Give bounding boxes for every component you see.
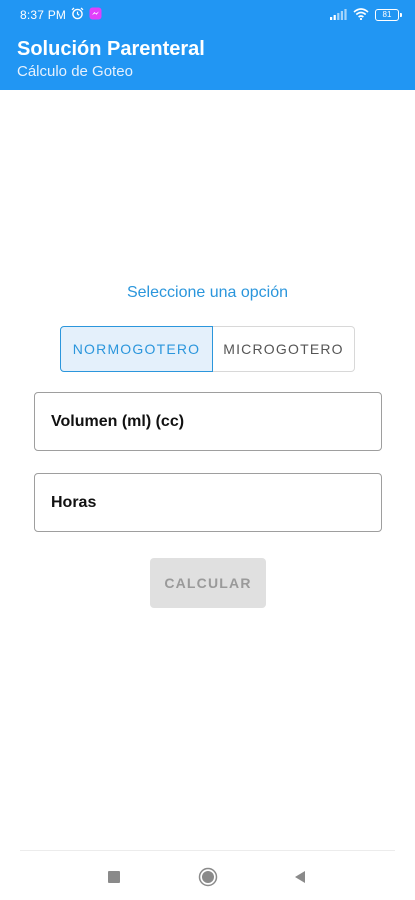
- hours-field[interactable]: [34, 473, 382, 532]
- status-bar: 8:37 PM 81: [0, 0, 415, 30]
- app-bar: Solución Parenteral Cálculo de Goteo: [0, 30, 415, 90]
- hours-input[interactable]: [51, 474, 381, 531]
- messenger-icon: [89, 7, 102, 23]
- volume-field[interactable]: [34, 392, 382, 451]
- app-subtitle: Cálculo de Goteo: [17, 63, 133, 80]
- back-icon[interactable]: [290, 867, 310, 887]
- normogotero-option[interactable]: NORMOGOTERO: [60, 326, 213, 372]
- app-title: Solución Parenteral: [17, 38, 205, 60]
- option-prompt: Seleccione una opción: [126, 284, 288, 301]
- volume-input[interactable]: [51, 393, 381, 450]
- wifi-icon: [353, 7, 369, 23]
- home-icon[interactable]: [198, 867, 218, 887]
- status-time: 8:37 PM: [20, 8, 67, 22]
- alarm-icon: [71, 7, 84, 23]
- microgotero-option[interactable]: MICROGOTERO: [213, 326, 355, 372]
- signal-icon: [329, 8, 347, 23]
- recent-apps-icon[interactable]: [104, 867, 124, 887]
- status-right: 81: [329, 7, 402, 23]
- status-left: 8:37 PM: [20, 7, 102, 23]
- battery-icon: 81: [375, 9, 402, 21]
- calculate-button[interactable]: CALCULAR: [150, 558, 266, 608]
- drip-type-toggle-group: NORMOGOTERO MICROGOTERO: [60, 326, 355, 372]
- navigation-bar: [0, 851, 415, 900]
